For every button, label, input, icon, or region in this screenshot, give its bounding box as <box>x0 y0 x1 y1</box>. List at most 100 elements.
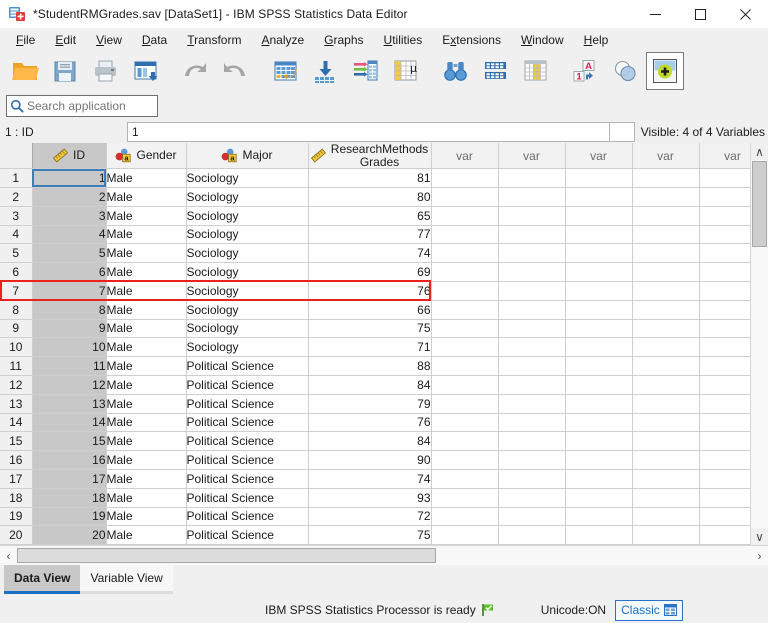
cell-var-5[interactable] <box>699 431 750 452</box>
cell-value-input[interactable]: 1 <box>127 122 609 142</box>
cell-var-4[interactable] <box>632 300 700 320</box>
cell-grade[interactable]: 74 <box>308 469 432 489</box>
row-header[interactable]: 12 <box>0 375 33 395</box>
cell-var-1[interactable] <box>431 450 499 470</box>
cell-var-3[interactable] <box>565 507 633 527</box>
cell-major[interactable]: Political Science <box>186 356 309 376</box>
cell-var-4[interactable] <box>632 319 700 339</box>
print-icon[interactable] <box>86 52 124 90</box>
vertical-scroll-thumb[interactable] <box>752 161 767 247</box>
cell-id[interactable]: 4 <box>32 225 107 245</box>
scroll-down-button[interactable]: ∨ <box>751 528 768 545</box>
cell-var-1[interactable] <box>431 375 499 395</box>
search-box[interactable] <box>6 95 158 117</box>
menu-help[interactable]: Help <box>574 31 619 50</box>
cell-var-2[interactable] <box>498 300 566 320</box>
cell-var-5[interactable] <box>699 187 750 207</box>
table-row[interactable]: 14 14 Male Political Science 76 <box>0 413 750 433</box>
table-row[interactable]: 11 11 Male Political Science 88 <box>0 356 750 376</box>
menu-analyze[interactable]: Analyze <box>251 31 314 50</box>
table-row[interactable]: 17 17 Male Political Science 74 <box>0 469 750 489</box>
cell-gender[interactable]: Male <box>106 488 187 508</box>
table-row[interactable]: 1 1 Male Sociology 81 <box>0 168 750 188</box>
cell-major[interactable]: Sociology <box>186 168 309 188</box>
row-header[interactable]: 8 <box>0 300 33 320</box>
cell-major[interactable]: Sociology <box>186 187 309 207</box>
cell-var-1[interactable] <box>431 337 499 358</box>
cell-var-3[interactable] <box>565 356 633 376</box>
cell-var-4[interactable] <box>632 507 700 527</box>
cell-var-4[interactable] <box>632 413 700 433</box>
redo-icon[interactable] <box>216 52 254 90</box>
cell-var-2[interactable] <box>498 507 566 527</box>
table-row[interactable]: 13 13 Male Political Science 79 <box>0 394 750 414</box>
cell-var-2[interactable] <box>498 450 566 470</box>
cell-gender[interactable]: Male <box>106 187 187 207</box>
cell-grade[interactable]: 76 <box>308 281 432 301</box>
table-row[interactable]: 7 7 Male Sociology 76 <box>0 281 750 301</box>
cell-major[interactable]: Political Science <box>186 431 309 452</box>
cell-id[interactable]: 20 <box>32 525 107 545</box>
row-header[interactable]: 19 <box>0 507 33 527</box>
row-header[interactable]: 2 <box>0 187 33 207</box>
cell-var-2[interactable] <box>498 394 566 414</box>
cell-id[interactable]: 18 <box>32 488 107 508</box>
menu-view[interactable]: View <box>86 31 132 50</box>
cell-major[interactable]: Sociology <box>186 206 309 226</box>
cell-var-1[interactable] <box>431 413 499 433</box>
cell-major[interactable]: Political Science <box>186 507 309 527</box>
row-header[interactable]: 5 <box>0 243 33 264</box>
cell-grade[interactable]: 69 <box>308 262 432 282</box>
cell-gender[interactable]: Male <box>106 507 187 527</box>
tab-data-view[interactable]: Data View <box>4 565 81 594</box>
cell-gender[interactable]: Male <box>106 375 187 395</box>
cell-gender[interactable]: Male <box>106 450 187 470</box>
cell-var-3[interactable] <box>565 187 633 207</box>
cell-var-4[interactable] <box>632 469 700 489</box>
cell-var-4[interactable] <box>632 281 700 301</box>
insert-variable-icon[interactable] <box>516 52 554 90</box>
cell-var-4[interactable] <box>632 206 700 226</box>
table-row[interactable]: 8 8 Male Sociology 66 <box>0 300 750 320</box>
horizontal-scrollbar[interactable]: ‹ › <box>0 545 768 565</box>
table-row[interactable]: 2 2 Male Sociology 80 <box>0 187 750 207</box>
classic-mode-button[interactable]: Classic <box>615 599 683 621</box>
cell-var-3[interactable] <box>565 168 633 188</box>
cell-var-2[interactable] <box>498 525 566 545</box>
cell-var-1[interactable] <box>431 206 499 226</box>
cell-gender[interactable]: Male <box>106 337 187 358</box>
cell-major[interactable]: Sociology <box>186 319 309 339</box>
cell-id[interactable]: 17 <box>32 469 107 489</box>
cell-id[interactable]: 14 <box>32 413 107 433</box>
cell-id[interactable]: 7 <box>32 281 107 301</box>
row-header[interactable]: 17 <box>0 469 33 489</box>
cell-var-5[interactable] <box>699 281 750 301</box>
cell-grade[interactable]: 74 <box>308 243 432 264</box>
cell-var-5[interactable] <box>699 206 750 226</box>
cell-var-5[interactable] <box>699 507 750 527</box>
cell-id[interactable]: 8 <box>32 300 107 320</box>
column-header-var-1[interactable]: var <box>431 143 499 170</box>
descriptives-icon[interactable]: μ <box>386 52 424 90</box>
row-header[interactable]: 1 <box>0 168 33 188</box>
cell-var-5[interactable] <box>699 525 750 545</box>
cell-grade[interactable]: 88 <box>308 356 432 376</box>
grid-corner[interactable] <box>0 143 33 170</box>
cell-var-5[interactable] <box>699 356 750 376</box>
row-header[interactable]: 4 <box>0 225 33 245</box>
cell-id[interactable]: 5 <box>32 243 107 264</box>
cell-grade[interactable]: 66 <box>308 300 432 320</box>
cell-major[interactable]: Sociology <box>186 225 309 245</box>
cell-var-2[interactable] <box>498 413 566 433</box>
minimize-button[interactable] <box>633 0 678 28</box>
cell-major[interactable]: Political Science <box>186 469 309 489</box>
cell-var-2[interactable] <box>498 206 566 226</box>
table-row[interactable]: 18 18 Male Political Science 93 <box>0 488 750 508</box>
cell-var-4[interactable] <box>632 431 700 452</box>
cell-grade[interactable]: 75 <box>308 525 432 545</box>
cell-var-4[interactable] <box>632 262 700 282</box>
cell-gender[interactable]: Male <box>106 243 187 264</box>
menu-data[interactable]: Data <box>132 31 177 50</box>
table-row[interactable]: 6 6 Male Sociology 69 <box>0 262 750 282</box>
cell-var-5[interactable] <box>699 225 750 245</box>
